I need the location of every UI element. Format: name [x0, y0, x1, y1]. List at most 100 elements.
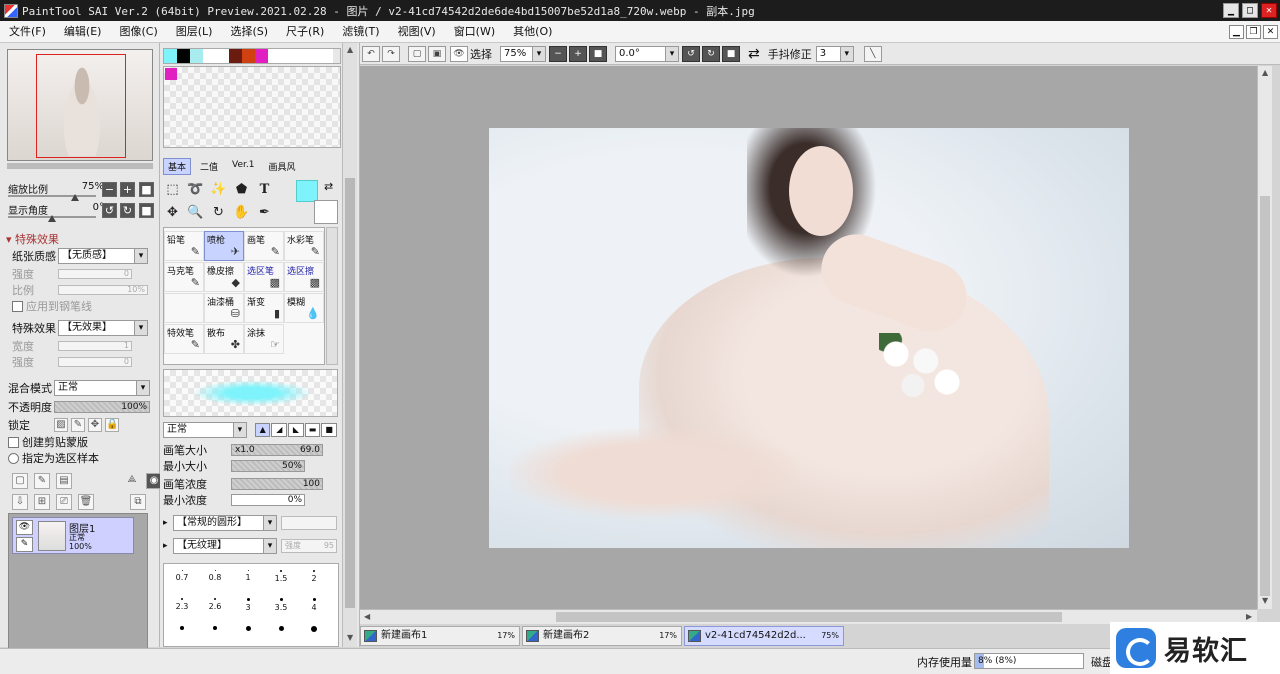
- lock-paint-icon[interactable]: ✎: [71, 418, 85, 432]
- zoom-track[interactable]: [8, 195, 96, 197]
- minimize-button[interactable]: ▁: [1223, 3, 1239, 18]
- tab-basic[interactable]: 基本: [163, 158, 192, 175]
- menu-window[interactable]: 窗口(W): [445, 21, 504, 43]
- clear-layer-icon[interactable]: ⎚: [56, 494, 72, 510]
- copy-layer-icon[interactable]: ⧉: [130, 494, 146, 510]
- brush-cell[interactable]: 油漆桶 ⛁: [204, 293, 244, 323]
- blend-mode-select[interactable]: 正常: [54, 380, 150, 396]
- palette-swatch[interactable]: [294, 49, 307, 63]
- palette-swatch[interactable]: [203, 49, 216, 63]
- brush-cell[interactable]: 铅笔 ✎: [164, 231, 204, 261]
- brush-cell[interactable]: 渐变 ▮: [244, 293, 284, 323]
- palette-swatch[interactable]: [307, 49, 320, 63]
- rotate-reset-button[interactable]: ■: [139, 203, 154, 218]
- menu-ruler[interactable]: 尺子(R): [277, 21, 333, 43]
- apply-pen-checkbox[interactable]: [12, 300, 23, 312]
- density-bar[interactable]: 100: [231, 478, 323, 490]
- palette-swatch[interactable]: [190, 49, 203, 63]
- lock-transparency-icon[interactable]: ▨: [54, 418, 68, 432]
- brush-cell[interactable]: 水彩笔 ✎: [284, 231, 324, 261]
- rotate-left-button[interactable]: ↺: [102, 203, 117, 218]
- brush-cell[interactable]: 橡皮擦 ◆: [204, 262, 244, 292]
- toolbar-rotate-right-button[interactable]: ↻: [702, 45, 720, 62]
- rotate-icon[interactable]: ↻: [209, 203, 228, 222]
- menu-select[interactable]: 选择(S): [221, 21, 277, 43]
- lasso-icon[interactable]: ➰: [186, 180, 205, 199]
- effects-section-title[interactable]: ▾ 特殊效果: [6, 231, 59, 247]
- min-density-bar[interactable]: 0%: [231, 494, 305, 506]
- close-button[interactable]: ✕: [1261, 3, 1277, 18]
- canvas-vertical-scrollbar[interactable]: ▲ ▼: [1257, 66, 1272, 609]
- picked-swatch[interactable]: [165, 68, 177, 80]
- brush-shape-sharp-icon[interactable]: ▲: [254, 423, 271, 437]
- effect-width-bar[interactable]: 1: [58, 341, 132, 351]
- navigator-preview[interactable]: [7, 49, 153, 161]
- brush-size-preset[interactable]: [199, 620, 231, 648]
- toolbar-rotate-reset-button[interactable]: ■: [722, 45, 740, 62]
- canvas-horizontal-scroll-thumb[interactable]: [556, 612, 1062, 622]
- doc-tab-1[interactable]: 新建画布1 17%: [360, 626, 520, 646]
- brush-shape-select[interactable]: 【常规的圆形】: [173, 515, 277, 531]
- angle-select[interactable]: 0.0°: [615, 45, 679, 62]
- brush-cell[interactable]: 特效笔 ✎: [164, 324, 204, 354]
- canvas-area[interactable]: [360, 66, 1257, 609]
- background-color[interactable]: [314, 200, 338, 224]
- brush-cell[interactable]: 模糊 💧: [284, 293, 324, 323]
- toolbar-zoom-in-button[interactable]: +: [569, 45, 587, 62]
- maximize-button[interactable]: □: [1242, 3, 1258, 18]
- palette-swatch[interactable]: [255, 49, 268, 63]
- move-icon[interactable]: ✥: [163, 203, 182, 222]
- lock-all-icon[interactable]: 🔒: [105, 418, 119, 432]
- rect-select-icon[interactable]: ⬚: [163, 180, 182, 199]
- toolbar-zoom-out-button[interactable]: −: [549, 45, 567, 62]
- stabilizer-select[interactable]: 3: [815, 45, 854, 62]
- navigator-scroll[interactable]: [7, 163, 153, 169]
- paper-scale-bar[interactable]: 10%: [58, 285, 148, 295]
- new-layer-icon[interactable]: ▢: [12, 473, 28, 489]
- doc-close-button[interactable]: ✕: [1263, 24, 1278, 39]
- palette-swatch[interactable]: [268, 49, 281, 63]
- layer-item[interactable]: 👁 ✎ 图层1 正常 100%: [12, 517, 134, 554]
- swatch-grid[interactable]: [163, 66, 341, 148]
- palette-swatch[interactable]: [216, 49, 229, 63]
- transfer-down-icon[interactable]: ⇩: [12, 494, 28, 510]
- swap-colors-icon[interactable]: ⇄: [324, 180, 333, 193]
- brush-size-preset[interactable]: 3: [232, 592, 264, 620]
- brush-size-preset[interactable]: 2.3: [166, 592, 198, 620]
- brush-shape-flat-icon[interactable]: ▬: [304, 423, 321, 437]
- layer-effects-icon[interactable]: ⟁: [124, 473, 140, 489]
- toolbar-rotate-left-button[interactable]: ↺: [682, 45, 700, 62]
- clipping-checkbox[interactable]: [8, 436, 19, 448]
- doc-tab-3[interactable]: v2-41cd74542d2d... 75%: [684, 626, 844, 646]
- brush-cell[interactable]: 马克笔 ✎: [164, 262, 204, 292]
- text-icon[interactable]: T: [255, 180, 274, 199]
- brush-size-preset[interactable]: 3.5: [265, 592, 297, 620]
- new-folder-icon[interactable]: ▤: [56, 473, 72, 489]
- menu-layer[interactable]: 图层(L): [167, 21, 222, 43]
- zoom-out-button[interactable]: −: [102, 182, 117, 197]
- brush-grid-scrollbar[interactable]: [326, 227, 338, 365]
- zoom-icon[interactable]: 🔍: [186, 203, 205, 222]
- brush-texture-expand-icon[interactable]: ▸: [163, 541, 173, 551]
- zoom-reset-button[interactable]: ■: [139, 182, 154, 197]
- merge-down-icon[interactable]: ⊞: [34, 494, 50, 510]
- zoom-in-button[interactable]: +: [120, 182, 135, 197]
- brush-cell[interactable]: 散布 ✤: [204, 324, 244, 354]
- menu-other[interactable]: 其他(O): [504, 21, 561, 43]
- brush-texture-select[interactable]: 【无纹理】: [173, 538, 277, 554]
- tab-painterly[interactable]: 画具风: [264, 158, 301, 175]
- shape-icon[interactable]: ⬟: [232, 180, 251, 199]
- paper-texture-select[interactable]: 【无质感】: [58, 248, 148, 264]
- new-pen-layer-icon[interactable]: ✎: [34, 473, 50, 489]
- brush-shape-round-icon[interactable]: ◢: [271, 423, 288, 437]
- tab-ver1[interactable]: Ver.1: [227, 158, 259, 175]
- palette-swatch[interactable]: [164, 49, 177, 63]
- foreground-color[interactable]: [296, 180, 318, 202]
- angle-slider-thumb[interactable]: [48, 215, 56, 222]
- brush-size-preset[interactable]: [298, 620, 330, 648]
- brush-shape-soft-icon[interactable]: ◣: [288, 423, 304, 437]
- brush-size-preset[interactable]: 2.6: [199, 592, 231, 620]
- magic-wand-icon[interactable]: ✨: [209, 180, 228, 199]
- palette-swatch[interactable]: [320, 49, 333, 63]
- brush-size-preset[interactable]: [166, 620, 198, 648]
